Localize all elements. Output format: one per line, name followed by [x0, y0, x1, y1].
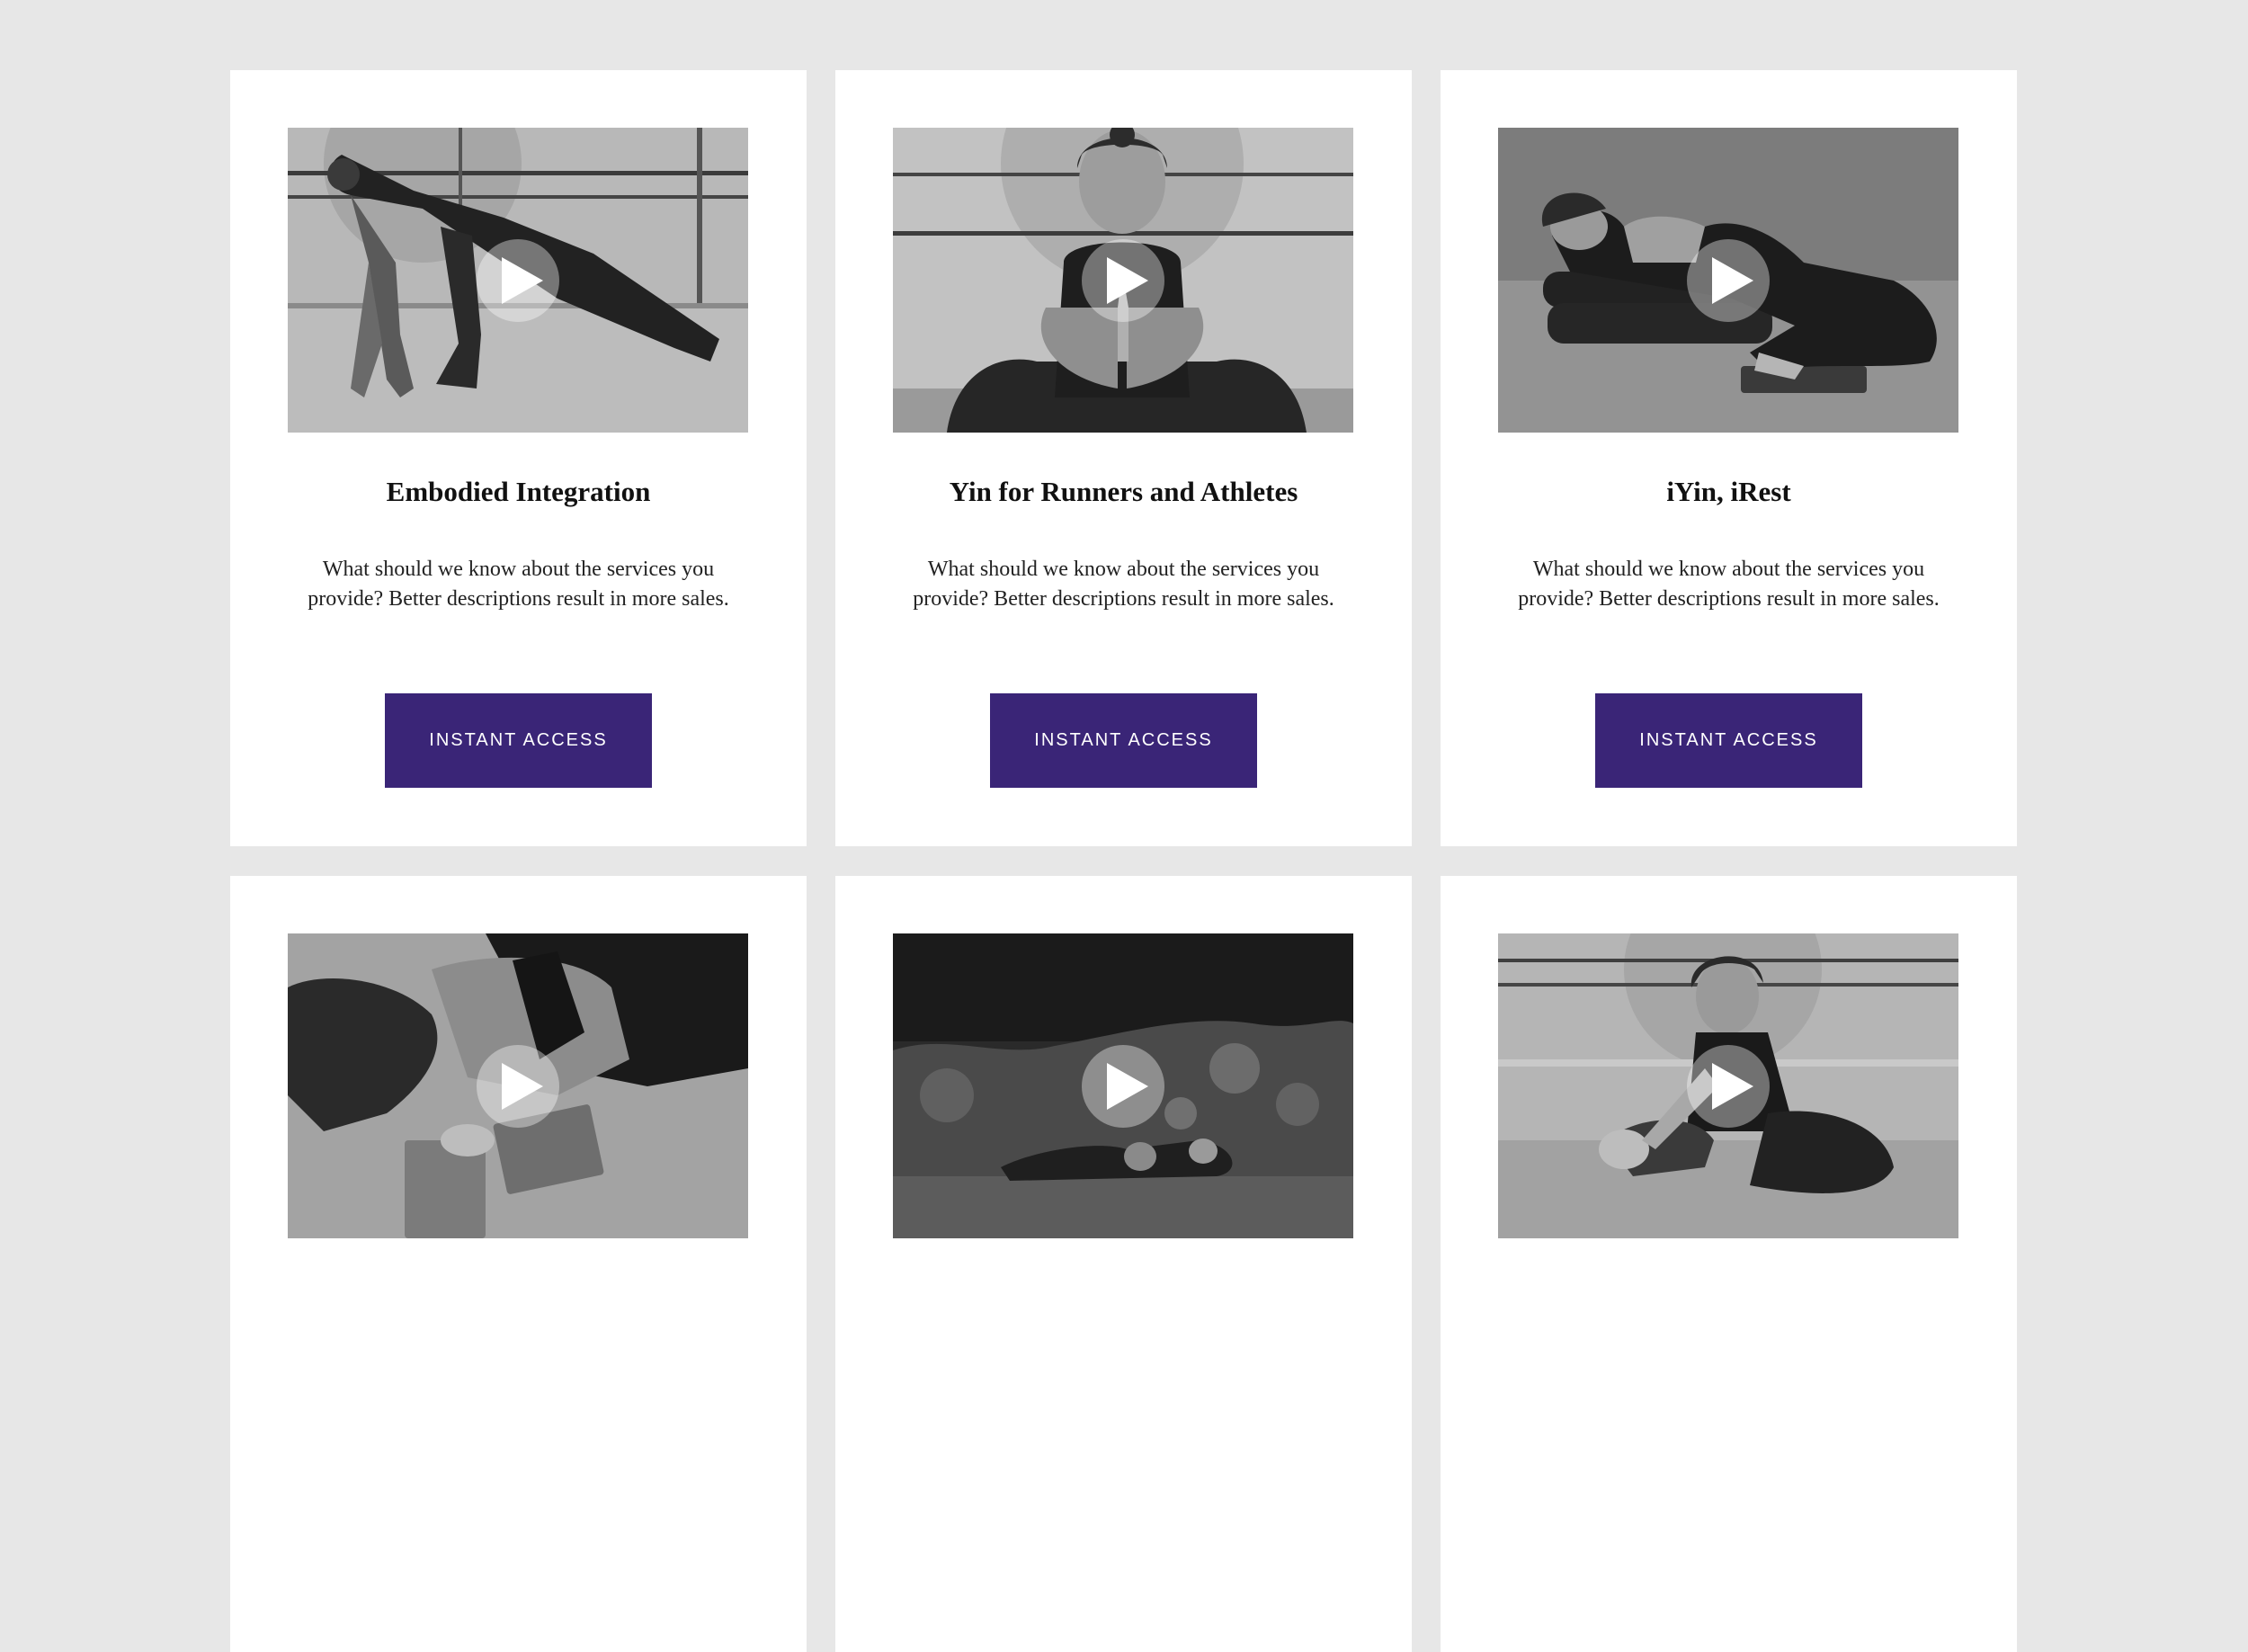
- instant-access-button[interactable]: INSTANT ACCESS: [990, 693, 1257, 788]
- play-button[interactable]: [477, 239, 559, 322]
- card-description: What should we know about the services y…: [913, 558, 1334, 611]
- play-icon: [1107, 1063, 1148, 1110]
- card-title: Embodied Integration: [386, 476, 651, 507]
- play-button[interactable]: [1082, 1045, 1164, 1128]
- video-thumbnail[interactable]: [288, 128, 748, 433]
- program-card: Embodied Integration What should we know…: [230, 70, 807, 846]
- program-card: [230, 876, 807, 1652]
- video-thumbnail[interactable]: [893, 933, 1353, 1238]
- card-title: Yin for Runners and Athletes: [949, 476, 1298, 507]
- play-button[interactable]: [1082, 239, 1164, 322]
- program-card: [835, 876, 1412, 1652]
- play-icon: [1107, 257, 1148, 304]
- video-thumbnail[interactable]: [1498, 933, 1958, 1238]
- instant-access-button[interactable]: INSTANT ACCESS: [385, 693, 652, 788]
- play-button[interactable]: [477, 1045, 559, 1128]
- program-grid: Embodied Integration What should we know…: [230, 70, 2018, 1652]
- card-title: iYin, iRest: [1666, 476, 1791, 507]
- card-description: What should we know about the services y…: [1518, 558, 1940, 611]
- video-thumbnail[interactable]: [288, 933, 748, 1238]
- program-card: [1441, 876, 2017, 1652]
- video-thumbnail[interactable]: [893, 128, 1353, 433]
- play-icon: [502, 1063, 543, 1110]
- play-button[interactable]: [1687, 239, 1770, 322]
- program-card: Yin for Runners and Athletes What should…: [835, 70, 1412, 846]
- play-icon: [1712, 257, 1753, 304]
- play-button[interactable]: [1687, 1045, 1770, 1128]
- video-thumbnail[interactable]: [1498, 128, 1958, 433]
- play-icon: [502, 257, 543, 304]
- instant-access-button[interactable]: INSTANT ACCESS: [1595, 693, 1862, 788]
- play-icon: [1712, 1063, 1753, 1110]
- card-description: What should we know about the services y…: [308, 558, 729, 611]
- program-card: iYin, iRest What should we know about th…: [1441, 70, 2017, 846]
